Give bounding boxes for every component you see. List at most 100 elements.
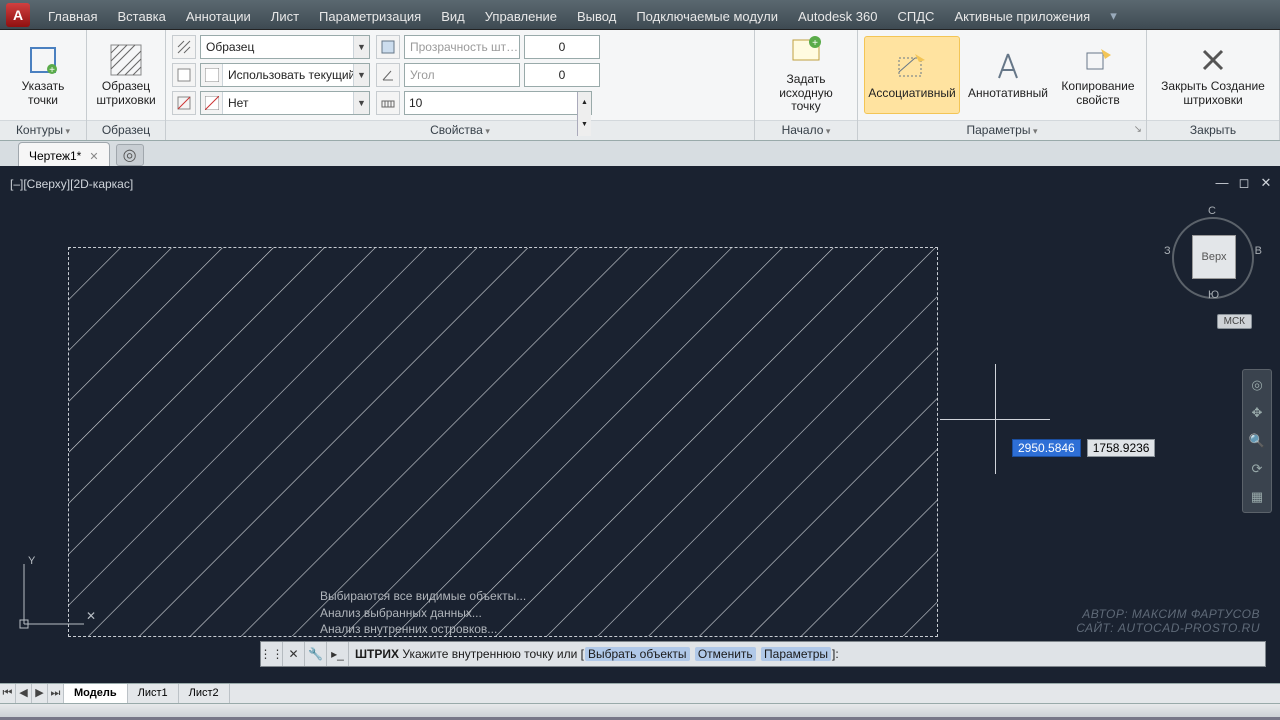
- hatch-type-icon[interactable]: [172, 35, 196, 59]
- cmd-option[interactable]: Параметры: [761, 647, 831, 661]
- pick-points-icon: +: [26, 43, 60, 77]
- layout-tab[interactable]: Лист1: [128, 684, 179, 703]
- match-properties-button[interactable]: Копирование свойств: [1056, 36, 1140, 114]
- menu-item[interactable]: Вывод: [567, 3, 626, 29]
- menu-item[interactable]: Вставка: [107, 3, 175, 29]
- coord-x[interactable]: 2950.5846: [1012, 439, 1081, 457]
- pattern-name-combo[interactable]: Образец ▼: [200, 35, 370, 59]
- panel-close: Закрыть Создание штриховки Закрыть: [1147, 30, 1280, 140]
- cmdline-grip-icon[interactable]: ⋮⋮: [261, 642, 283, 666]
- document-tab-label: Чертеж1*: [29, 149, 81, 163]
- view-cube[interactable]: С Верх З В Ю: [1168, 197, 1258, 297]
- nav-orbit-icon[interactable]: ⟳: [1246, 458, 1268, 480]
- scale-icon[interactable]: [376, 91, 400, 115]
- cmdline-prompt-icon: ▸_: [327, 642, 349, 666]
- menu-item[interactable]: Лист: [261, 3, 309, 29]
- layout-next-icon[interactable]: ▶: [32, 684, 48, 703]
- layout-prev-icon[interactable]: ◀: [16, 684, 32, 703]
- cmd-option[interactable]: Отменить: [695, 647, 756, 661]
- panel-origin: + Задать исходную точку Начало: [755, 30, 858, 140]
- minimize-icon[interactable]: —: [1214, 175, 1230, 191]
- scale-value[interactable]: 10▲▼: [404, 91, 592, 115]
- none-swatch-icon: [201, 92, 223, 114]
- menu-item[interactable]: Autodesk 360: [788, 3, 888, 29]
- hatch-pattern-swatch[interactable]: Образец штриховки: [93, 36, 159, 114]
- layout-last-icon[interactable]: ⏭: [48, 684, 64, 703]
- chevron-down-icon: ▼: [353, 64, 369, 86]
- log-line: Анализ выбранных данных...: [320, 605, 526, 621]
- viewcube-west[interactable]: З: [1164, 245, 1171, 257]
- transparency-value[interactable]: 0: [524, 35, 600, 59]
- svg-text:+: +: [812, 38, 818, 49]
- transparency-icon[interactable]: [376, 35, 400, 59]
- hatch-swatch-icon: [109, 43, 143, 77]
- app-icon[interactable]: A: [6, 3, 30, 27]
- wcs-badge[interactable]: МСК: [1217, 314, 1252, 329]
- viewcube-face[interactable]: Верх: [1192, 235, 1236, 279]
- panel-title-pattern[interactable]: Образец: [87, 120, 165, 140]
- close-tab-icon[interactable]: ✕: [89, 150, 98, 163]
- menu-dropdown-icon[interactable]: ▾: [1100, 2, 1127, 29]
- match-label: Копирование свойств: [1059, 80, 1137, 108]
- nav-zoom-icon[interactable]: 🔍: [1246, 430, 1268, 452]
- layout-tab-model[interactable]: Модель: [64, 684, 128, 703]
- annotative-icon: [991, 50, 1025, 84]
- color-picker-icon[interactable]: [172, 63, 196, 87]
- menu-item[interactable]: Параметризация: [309, 3, 431, 29]
- coord-y[interactable]: 1758.9236: [1087, 439, 1156, 457]
- layout-first-icon[interactable]: ⏮: [0, 684, 16, 703]
- nav-pan-icon[interactable]: ✥: [1246, 402, 1268, 424]
- menu-item[interactable]: Управление: [475, 3, 567, 29]
- spinner[interactable]: ▲▼: [577, 92, 591, 114]
- menu-item[interactable]: Вид: [431, 3, 475, 29]
- viewport-label[interactable]: [–][Сверху][2D-каркас]: [10, 177, 133, 191]
- menu-item[interactable]: СПДС: [888, 3, 945, 29]
- viewcube-north[interactable]: С: [1208, 205, 1216, 217]
- menu-item[interactable]: Активные приложения: [944, 3, 1100, 29]
- cmd-option[interactable]: Выбрать объекты: [585, 647, 690, 661]
- dynamic-input[interactable]: 2950.5846 1758.9236: [1012, 439, 1155, 457]
- panel-title-close: Закрыть: [1147, 120, 1279, 140]
- watermark: АВТОР: МАКСИМ ФАРТУСОВ САЙТ: AUTOCAD-PRO…: [1076, 607, 1260, 635]
- hatch-color-combo[interactable]: Использовать текущий ▼: [200, 63, 370, 87]
- layout-tab[interactable]: Лист2: [179, 684, 230, 703]
- angle-value[interactable]: 0: [524, 63, 600, 87]
- document-tabs: Чертеж1* ✕ ◎: [0, 141, 1280, 169]
- close-hatch-button[interactable]: Закрыть Создание штриховки: [1153, 36, 1273, 114]
- pick-points-button[interactable]: + Указать точки: [6, 36, 80, 114]
- dialog-launcher-icon[interactable]: ↘: [1134, 124, 1142, 135]
- chevron-down-icon: ▼: [353, 36, 369, 58]
- status-bar: [0, 703, 1280, 717]
- annotative-label: Аннотативный: [968, 87, 1048, 101]
- associative-button[interactable]: Ассоциативный: [864, 36, 960, 114]
- drawing-canvas[interactable]: [–][Сверху][2D-каркас] — ◻ ✕ 2950.5846 1…: [0, 169, 1280, 683]
- panel-title-contours[interactable]: Контуры: [0, 120, 86, 140]
- viewport-window-controls: — ◻ ✕: [1214, 175, 1274, 191]
- bg-color-combo[interactable]: Нет ▼: [200, 91, 370, 115]
- cmdline-options-icon[interactable]: 🔧: [305, 642, 327, 666]
- origin-icon: +: [789, 36, 823, 70]
- viewcube-south[interactable]: Ю: [1208, 289, 1219, 301]
- cmdline-close-icon[interactable]: ✕: [283, 642, 305, 666]
- viewcube-east[interactable]: В: [1255, 245, 1262, 257]
- annotative-button[interactable]: Аннотативный: [966, 36, 1050, 114]
- angle-icon[interactable]: [376, 63, 400, 87]
- maximize-icon[interactable]: ◻: [1236, 175, 1252, 191]
- menu-item[interactable]: Аннотации: [176, 3, 261, 29]
- associative-label: Ассоциативный: [868, 87, 955, 101]
- new-tab-button[interactable]: ◎: [116, 144, 144, 166]
- nav-wheel-icon[interactable]: ◎: [1246, 374, 1268, 396]
- menu-item[interactable]: Подключаемые модули: [626, 3, 788, 29]
- menu-item[interactable]: Главная: [38, 3, 107, 29]
- hatched-rectangle: [68, 247, 938, 637]
- panel-title-options[interactable]: Параметры↘: [858, 120, 1146, 140]
- set-origin-button[interactable]: + Задать исходную точку: [761, 36, 851, 114]
- command-line[interactable]: ⋮⋮ ✕ 🔧 ▸_ ШТРИХ Укажите внутреннюю точку…: [260, 641, 1266, 667]
- nav-showmotion-icon[interactable]: ▦: [1246, 486, 1268, 508]
- bg-color-icon[interactable]: [172, 91, 196, 115]
- close-viewport-icon[interactable]: ✕: [1258, 175, 1274, 191]
- document-tab[interactable]: Чертеж1* ✕: [18, 142, 110, 166]
- panel-title-properties[interactable]: Свойства: [166, 120, 754, 140]
- panel-title-origin[interactable]: Начало: [755, 120, 857, 140]
- associative-icon: [895, 50, 929, 84]
